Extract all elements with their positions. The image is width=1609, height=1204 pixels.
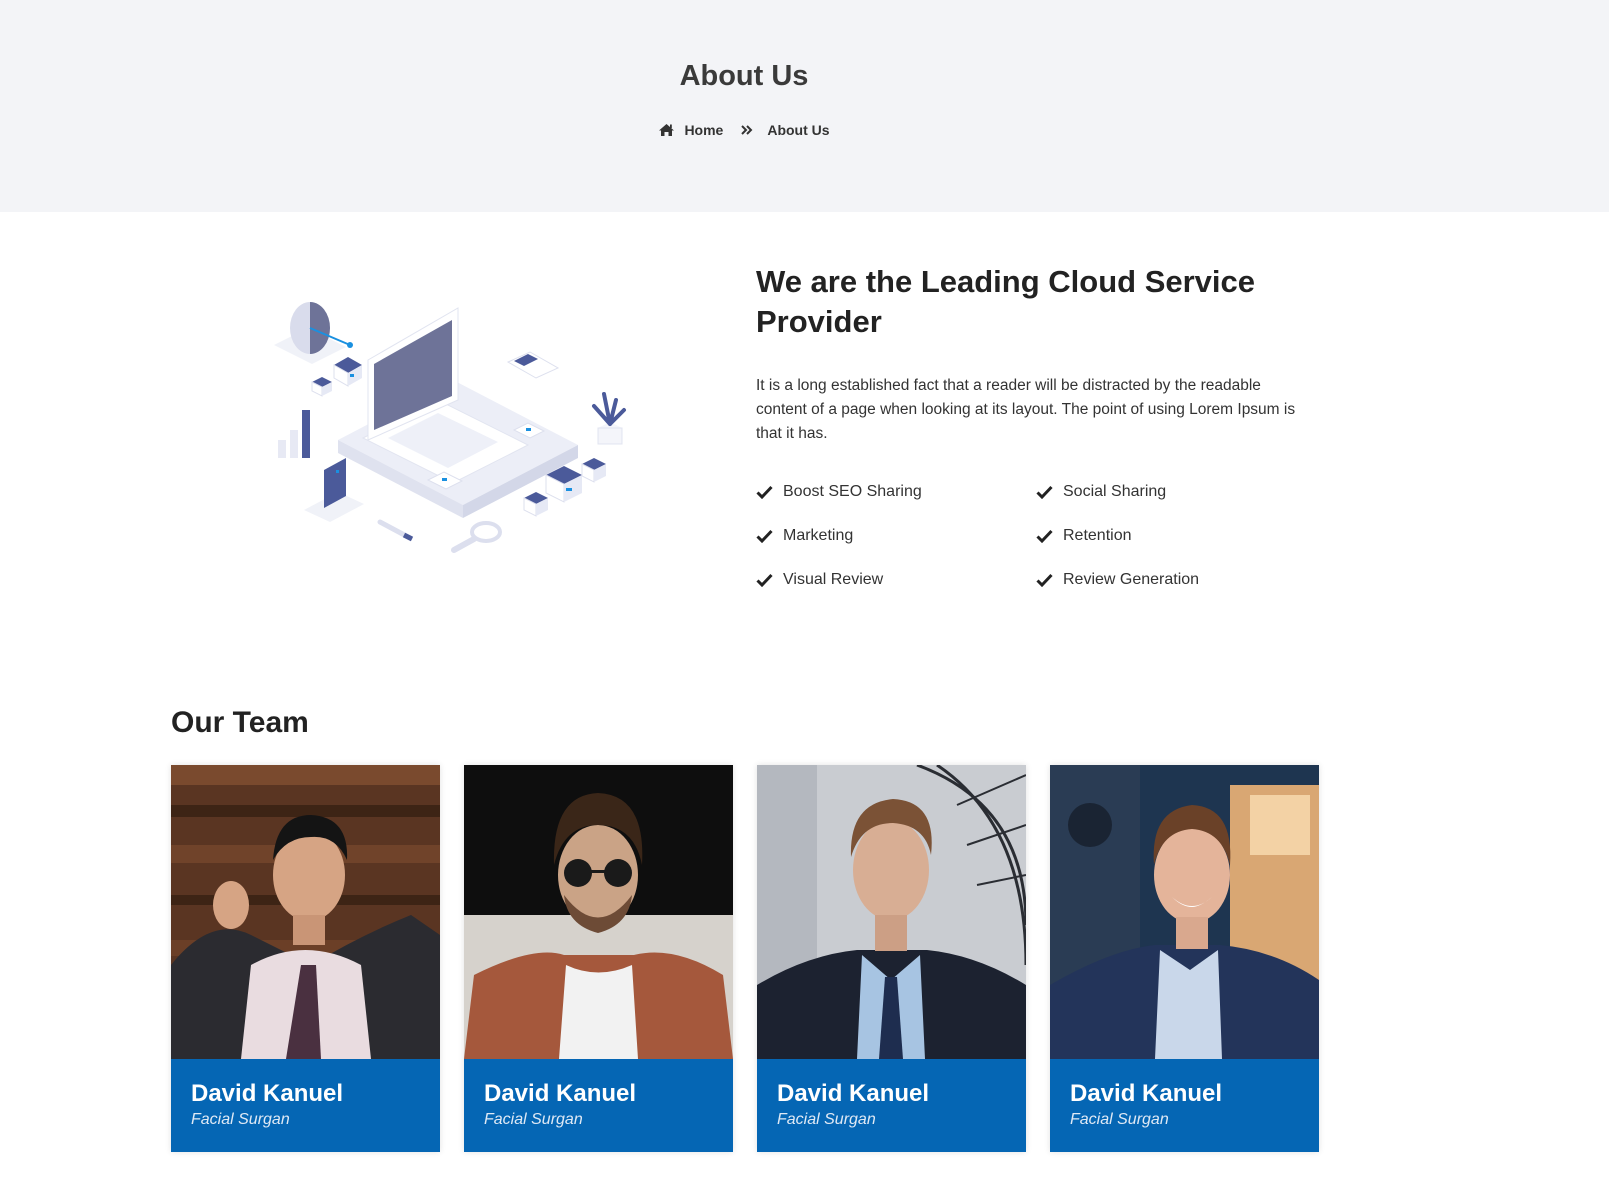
feature-label: Review Generation	[1063, 570, 1200, 588]
check-icon	[756, 573, 773, 587]
check-icon	[1036, 485, 1053, 499]
check-icon	[756, 485, 773, 499]
team-card[interactable]: David Kanuel Facial Surgan	[1050, 765, 1319, 1152]
team-member-photo	[757, 763, 1028, 1059]
team-card[interactable]: David Kanuel Facial Surgan	[171, 765, 440, 1152]
breadcrumb: Home About Us	[0, 122, 1488, 138]
page-header: About Us Home About Us	[0, 0, 1609, 212]
team-card-info: David Kanuel Facial Surgan	[757, 1059, 1026, 1152]
breadcrumb-home-label: Home	[684, 122, 724, 138]
team-list: David Kanuel Facial Surgan David Kanuel …	[171, 763, 1319, 1152]
double-chevron-right-icon	[741, 124, 753, 136]
team-member-role: Facial Surgan	[1070, 1111, 1169, 1128]
feature-label: Social Sharing	[1063, 482, 1167, 500]
team-member-role: Facial Surgan	[191, 1111, 290, 1128]
team-card-info: David Kanuel Facial Surgan	[1050, 1059, 1319, 1152]
feature-label: Retention	[1063, 526, 1132, 544]
feature-item: Boost SEO Sharing	[756, 480, 1036, 503]
team-member-role: Facial Surgan	[777, 1111, 876, 1128]
team-card-info: David Kanuel Facial Surgan	[464, 1059, 733, 1152]
feature-item: Visual Review	[756, 568, 1036, 591]
team-member-name: David Kanuel	[191, 1080, 344, 1107]
breadcrumb-current: About Us	[767, 122, 830, 138]
about-section: We are the Leading Cloud Service Provide…	[756, 262, 1316, 591]
team-member-photo	[1050, 765, 1319, 1059]
feature-item: Review Generation	[1036, 568, 1316, 591]
breadcrumb-home-link[interactable]: Home	[658, 122, 723, 138]
team-member-photo	[464, 765, 733, 1059]
feature-item: Social Sharing	[1036, 480, 1316, 503]
isometric-laptop-illustration	[274, 302, 626, 553]
feature-label: Boost SEO Sharing	[783, 482, 922, 500]
home-icon	[659, 124, 675, 136]
about-heading: We are the Leading Cloud Service Provide…	[756, 264, 1256, 339]
feature-item: Retention	[1036, 524, 1316, 547]
team-member-photo	[171, 765, 440, 1059]
team-member-role: Facial Surgan	[484, 1111, 583, 1128]
team-card[interactable]: David Kanuel Facial Surgan	[757, 763, 1028, 1152]
team-member-name: David Kanuel	[484, 1080, 637, 1107]
page-title: About Us	[679, 60, 809, 92]
feature-label: Marketing	[783, 526, 854, 544]
check-icon	[1036, 529, 1053, 543]
team-member-name: David Kanuel	[1070, 1080, 1223, 1107]
check-icon	[1036, 573, 1053, 587]
team-card[interactable]: David Kanuel Facial Surgan	[464, 765, 733, 1152]
check-icon	[756, 529, 773, 543]
feature-list: Boost SEO Sharing Social Sharing Marketi…	[756, 480, 1316, 591]
feature-item: Marketing	[756, 524, 1036, 547]
team-title: Our Team	[171, 706, 309, 739]
team-member-name: David Kanuel	[777, 1080, 930, 1107]
about-paragraph: It is a long established fact that a rea…	[756, 377, 1296, 442]
feature-label: Visual Review	[783, 570, 884, 588]
team-card-info: David Kanuel Facial Surgan	[171, 1059, 440, 1152]
